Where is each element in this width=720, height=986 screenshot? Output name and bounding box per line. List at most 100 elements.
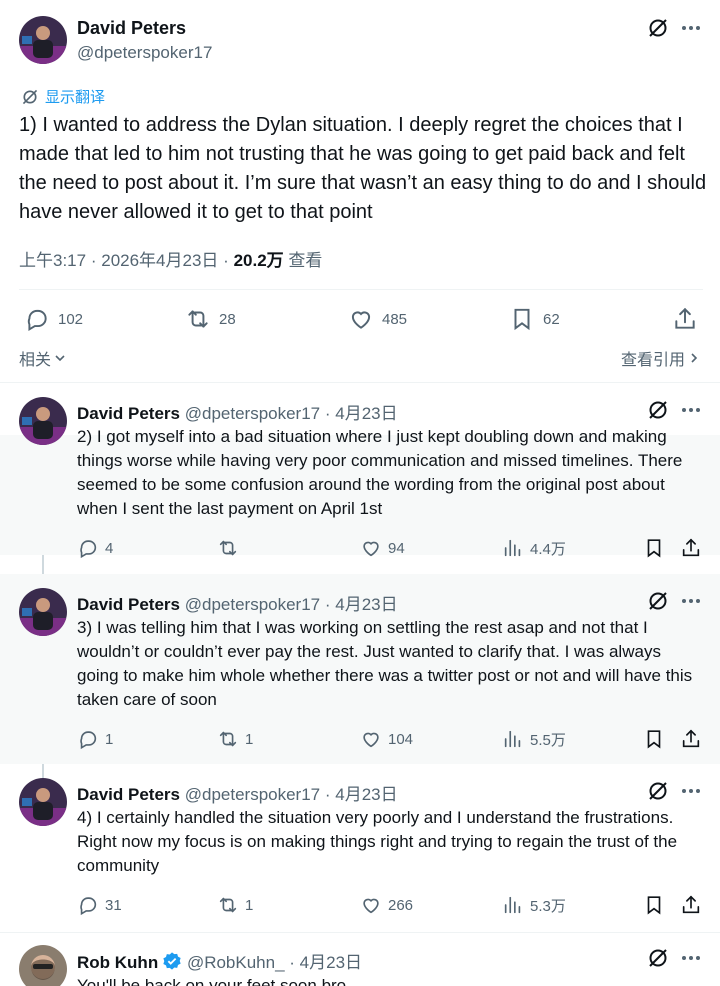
share-icon[interactable] bbox=[680, 537, 702, 559]
reply-button[interactable]: 31 bbox=[77, 894, 122, 916]
reply-count: 4 bbox=[105, 539, 114, 557]
view-count: 5.3万 bbox=[530, 897, 566, 915]
author-name[interactable]: David Peters bbox=[77, 18, 186, 39]
tweet-meta: 上午3:17 · 2026年4月23日 · 20.2万 查看 bbox=[19, 246, 322, 271]
like-button[interactable]: 94 bbox=[360, 537, 405, 559]
views-button[interactable]: 5.3万 bbox=[502, 894, 566, 916]
reply-icon bbox=[77, 728, 99, 750]
reply-date[interactable]: · 4月23日 bbox=[325, 595, 398, 614]
grok-icon[interactable] bbox=[647, 590, 669, 612]
like-button[interactable]: 485 bbox=[348, 304, 407, 334]
more-options-icon[interactable] bbox=[680, 780, 702, 802]
view-quotes-link[interactable]: 查看引用 bbox=[621, 346, 701, 370]
author-handle[interactable]: @dpeterspoker17 bbox=[77, 43, 212, 63]
grok-icon[interactable] bbox=[647, 399, 669, 421]
reply-button[interactable]: 1 bbox=[77, 728, 113, 750]
tweet-time[interactable]: 上午3:17 bbox=[19, 251, 86, 270]
reply-button[interactable]: 4 bbox=[77, 537, 113, 559]
reply-tweet[interactable]: Rob Kuhn @RobKuhn_ · 4月23日 You'll be bac… bbox=[0, 933, 720, 986]
author-name[interactable]: Rob Kuhn bbox=[77, 953, 158, 972]
avatar[interactable] bbox=[19, 778, 67, 826]
more-options-icon[interactable] bbox=[680, 947, 702, 969]
grok-icon[interactable] bbox=[647, 780, 669, 802]
author-name[interactable]: David Peters bbox=[77, 404, 180, 423]
view-count: 5.5万 bbox=[530, 731, 566, 749]
reply-tweet[interactable]: David Peters @dpeterspoker17 · 4月23日 2) … bbox=[0, 383, 720, 570]
repost-button[interactable]: 1 bbox=[217, 728, 253, 750]
bookmark-button[interactable]: 62 bbox=[509, 304, 560, 334]
bookmark-icon[interactable] bbox=[643, 894, 665, 916]
divider bbox=[19, 289, 703, 290]
more-options-icon[interactable] bbox=[680, 590, 702, 612]
share-icon bbox=[672, 306, 698, 332]
bookmark-icon[interactable] bbox=[643, 728, 665, 750]
repost-icon bbox=[185, 306, 211, 332]
reply-icon bbox=[24, 306, 50, 332]
repost-button[interactable] bbox=[217, 537, 245, 559]
reply-header: David Peters @dpeterspoker17 · 4月23日 bbox=[77, 399, 398, 424]
avatar[interactable] bbox=[19, 397, 67, 445]
view-quotes-label: 查看引用 bbox=[620, 352, 685, 369]
chevron-down-icon bbox=[53, 351, 67, 365]
more-options-icon[interactable] bbox=[680, 17, 702, 39]
views-button[interactable]: 4.4万 bbox=[502, 537, 566, 559]
reply-icon bbox=[77, 894, 99, 916]
analytics-icon bbox=[502, 537, 524, 559]
grok-icon[interactable] bbox=[647, 17, 669, 39]
author-handle[interactable]: @dpeterspoker17 bbox=[185, 404, 320, 423]
reply-text: 3) I was telling him that I was working … bbox=[77, 618, 693, 709]
reply-count: 31 bbox=[105, 896, 122, 914]
author-handle[interactable]: @dpeterspoker17 bbox=[185, 785, 320, 804]
reply-date[interactable]: · 4月23日 bbox=[325, 404, 398, 423]
tweet-links: 相关 查看引用 bbox=[19, 346, 701, 370]
reply-button[interactable]: 102 bbox=[24, 304, 83, 334]
view-count: 4.4万 bbox=[530, 540, 566, 558]
repost-button[interactable]: 28 bbox=[185, 304, 236, 334]
author-name[interactable]: David Peters bbox=[77, 785, 180, 804]
main-tweet: David Peters @dpeterspoker17 显示翻译 1) I w… bbox=[0, 0, 720, 382]
meta-dot: · bbox=[90, 251, 97, 270]
verified-badge-icon bbox=[162, 951, 182, 976]
avatar[interactable] bbox=[19, 16, 67, 64]
heart-icon bbox=[360, 537, 382, 559]
author-name[interactable]: David Peters bbox=[77, 595, 180, 614]
analytics-icon bbox=[502, 894, 524, 916]
reply-tweet[interactable]: David Peters @dpeterspoker17 · 4月23日 3) … bbox=[0, 574, 720, 764]
heart-icon bbox=[360, 894, 382, 916]
reply-date[interactable]: · 4月23日 bbox=[289, 953, 362, 972]
like-count: 485 bbox=[382, 310, 408, 328]
tweet-date[interactable]: 2026年4月23日 bbox=[101, 251, 218, 270]
reply-header: David Peters @dpeterspoker17 · 4月23日 bbox=[77, 590, 398, 615]
author-handle[interactable]: @RobKuhn_ bbox=[187, 953, 285, 972]
heart-icon bbox=[348, 306, 374, 332]
avatar[interactable] bbox=[19, 588, 67, 636]
like-button[interactable]: 266 bbox=[360, 894, 413, 916]
avatar[interactable] bbox=[19, 945, 67, 986]
reply-tweet[interactable]: David Peters @dpeterspoker17 · 4月23日 4) … bbox=[0, 764, 720, 932]
views-button[interactable]: 5.5万 bbox=[502, 728, 566, 750]
repost-count: 1 bbox=[245, 730, 254, 748]
grok-icon[interactable] bbox=[647, 947, 669, 969]
translate-icon bbox=[21, 88, 39, 106]
bookmark-icon[interactable] bbox=[643, 537, 665, 559]
reply-header: David Peters @dpeterspoker17 · 4月23日 bbox=[77, 780, 398, 805]
share-icon[interactable] bbox=[680, 728, 702, 750]
show-translation-link[interactable]: 显示翻译 bbox=[21, 86, 105, 107]
related-toggle[interactable]: 相关 bbox=[19, 346, 67, 370]
like-button[interactable]: 104 bbox=[360, 728, 413, 750]
view-count: 20.2万 bbox=[233, 251, 284, 270]
meta-dot: · bbox=[223, 251, 229, 270]
like-count: 266 bbox=[388, 896, 414, 914]
bookmark-icon bbox=[509, 306, 535, 332]
reply-date[interactable]: · 4月23日 bbox=[325, 785, 398, 804]
repost-button[interactable]: 1 bbox=[217, 894, 253, 916]
like-count: 94 bbox=[388, 539, 405, 557]
repost-icon bbox=[217, 894, 239, 916]
author-handle[interactable]: @dpeterspoker17 bbox=[185, 595, 320, 614]
reply-text: 2) I got myself into a bad situation whe… bbox=[77, 427, 683, 518]
repost-count: 28 bbox=[219, 310, 236, 328]
reply-text: 4) I certainly handled the situation ver… bbox=[77, 808, 678, 875]
more-options-icon[interactable] bbox=[680, 399, 702, 421]
share-icon[interactable] bbox=[680, 894, 702, 916]
share-button[interactable] bbox=[672, 304, 698, 334]
